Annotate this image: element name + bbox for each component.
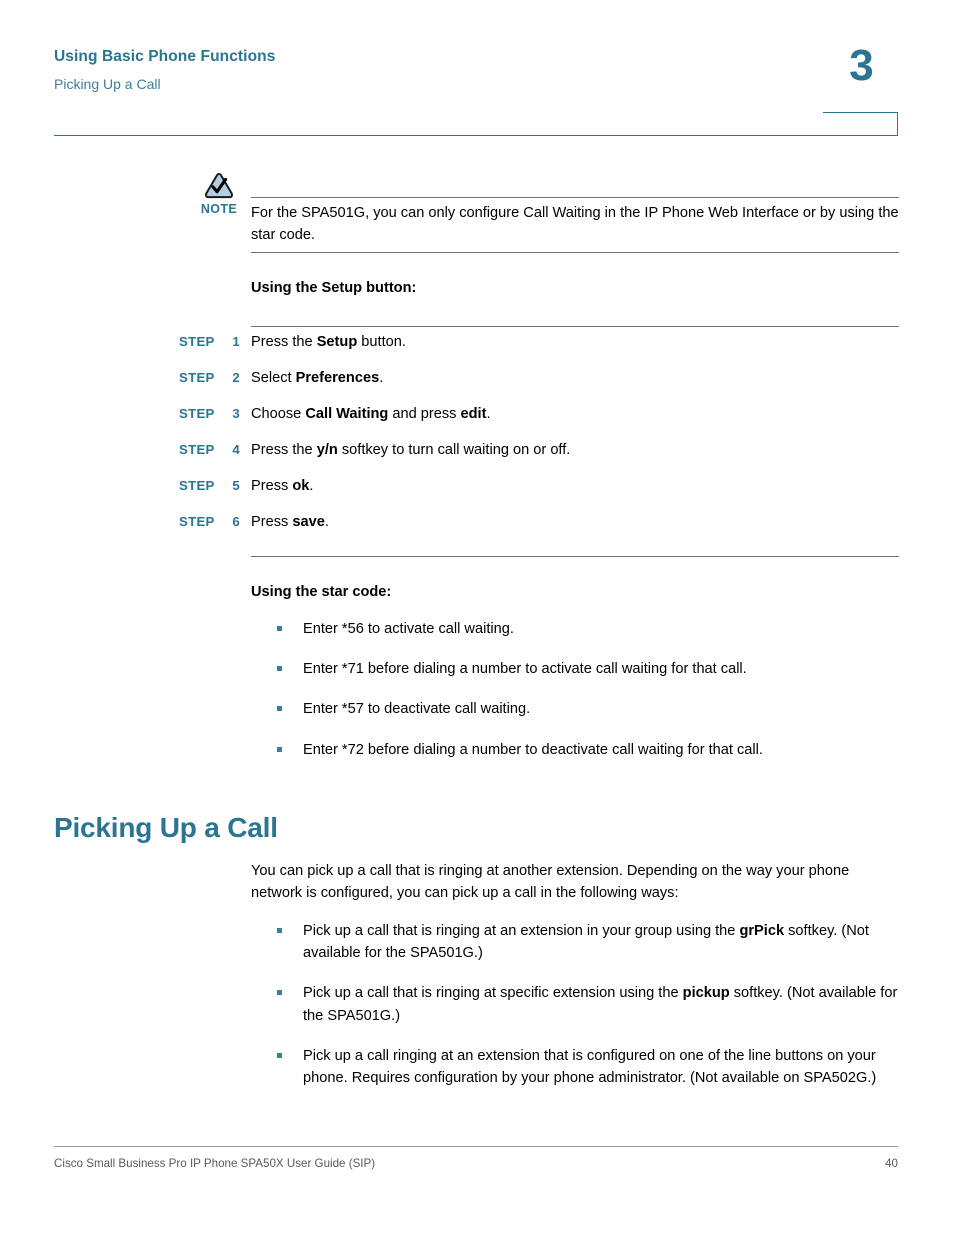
bullet-square-icon <box>277 928 282 933</box>
bullet-square-icon <box>277 666 282 672</box>
list-item-text: Pick up a call that is ringing at an ext… <box>303 923 869 962</box>
step-label: STEP <box>179 478 215 493</box>
step-text: Press the y/n softkey to turn call waiti… <box>251 442 571 458</box>
header-chapter-title: Using Basic Phone Functions <box>54 48 276 65</box>
step-number: 5 <box>232 478 240 493</box>
starcode-bullet-list: Enter *56 to activate call waiting. Ente… <box>277 618 899 761</box>
step-text: Choose Call Waiting and press edit. <box>251 406 491 422</box>
step-number: 3 <box>232 406 240 421</box>
steps-list: STEP 1 Press the Setup button. STEP 2 Se… <box>0 334 954 550</box>
list-item: Pick up a call that is ringing at an ext… <box>277 920 899 964</box>
step-text: Select Preferences. <box>251 370 384 386</box>
step-label: STEP <box>179 334 215 349</box>
list-item-text: Pick up a call that is ringing at specif… <box>303 985 898 1024</box>
step-row: STEP 2 Select Preferences. <box>0 370 954 406</box>
step-row: STEP 4 Press the y/n softkey to turn cal… <box>0 442 954 478</box>
step-label: STEP <box>179 406 215 421</box>
starcode-section-heading: Using the star code: <box>251 584 392 600</box>
bullet-square-icon <box>277 626 282 631</box>
bullet-square-icon <box>277 990 282 996</box>
list-item: Pick up a call that is ringing at specif… <box>277 982 899 1026</box>
steps-bottom-rule <box>251 556 899 557</box>
step-number: 4 <box>232 442 240 457</box>
list-item: Enter *57 to deactivate call waiting. <box>277 698 899 720</box>
pickup-bullet-list: Pick up a call that is ringing at an ext… <box>277 920 899 1089</box>
chapter-number: 3 <box>849 41 873 90</box>
bullet-square-icon <box>277 706 282 712</box>
footer-document-title: Cisco Small Business Pro IP Phone SPA50X… <box>54 1157 376 1170</box>
step-label: STEP <box>179 442 215 457</box>
step-number: 1 <box>232 334 240 349</box>
chapter-number-box <box>823 112 898 136</box>
header-divider-rule <box>54 135 898 136</box>
note-triangle-check-icon <box>204 172 234 199</box>
list-item: Pick up a call ringing at an extension t… <box>277 1045 899 1089</box>
step-row: STEP 3 Choose Call Waiting and press edi… <box>0 406 954 442</box>
note-bottom-rule <box>251 252 899 253</box>
step-label: STEP <box>179 514 215 529</box>
list-item: Enter *71 before dialing a number to act… <box>277 658 899 680</box>
page-title: Picking Up a Call <box>54 811 278 843</box>
running-header: Using Basic Phone Functions Picking Up a… <box>54 48 754 92</box>
list-item-text: Enter *57 to deactivate call waiting. <box>303 701 531 718</box>
footer-page-number: 40 <box>885 1157 898 1170</box>
note-marker: NOTE <box>193 172 245 216</box>
list-item-text: Enter *72 before dialing a number to dea… <box>303 741 763 758</box>
setup-steps-top-rule <box>251 326 899 327</box>
step-text: Press ok. <box>251 478 314 494</box>
step-text: Press the Setup button. <box>251 334 406 350</box>
step-row: STEP 1 Press the Setup button. <box>0 334 954 370</box>
list-item-text: Enter *71 before dialing a number to act… <box>303 661 747 678</box>
step-number: 6 <box>232 514 240 529</box>
setup-section-heading: Using the Setup button: <box>251 280 417 296</box>
list-item-text: Pick up a call ringing at an extension t… <box>303 1047 877 1086</box>
note-body: For the SPA501G, you can only configure … <box>251 172 899 246</box>
step-row: STEP 6 Press save. <box>0 514 954 550</box>
list-item: Enter *56 to activate call waiting. <box>277 618 899 640</box>
bullet-square-icon <box>277 1052 282 1058</box>
note-text: For the SPA501G, you can only configure … <box>251 205 899 244</box>
header-section-title: Picking Up a Call <box>54 75 161 92</box>
list-item: Enter *72 before dialing a number to dea… <box>277 739 899 761</box>
step-number: 2 <box>232 370 240 385</box>
note-block: NOTE For the SPA501G, you can only confi… <box>193 172 899 246</box>
footer-divider-rule <box>54 1146 898 1147</box>
step-row: STEP 5 Press ok. <box>0 478 954 514</box>
document-page: Using Basic Phone Functions Picking Up a… <box>0 0 954 1235</box>
step-label: STEP <box>179 370 215 385</box>
note-label: NOTE <box>200 202 238 216</box>
section-paragraph: You can pick up a call that is ringing a… <box>251 863 850 902</box>
bullet-square-icon <box>277 746 282 752</box>
list-item-text: Enter *56 to activate call waiting. <box>303 621 514 637</box>
step-text: Press save. <box>251 514 329 530</box>
note-top-rule <box>251 197 899 198</box>
